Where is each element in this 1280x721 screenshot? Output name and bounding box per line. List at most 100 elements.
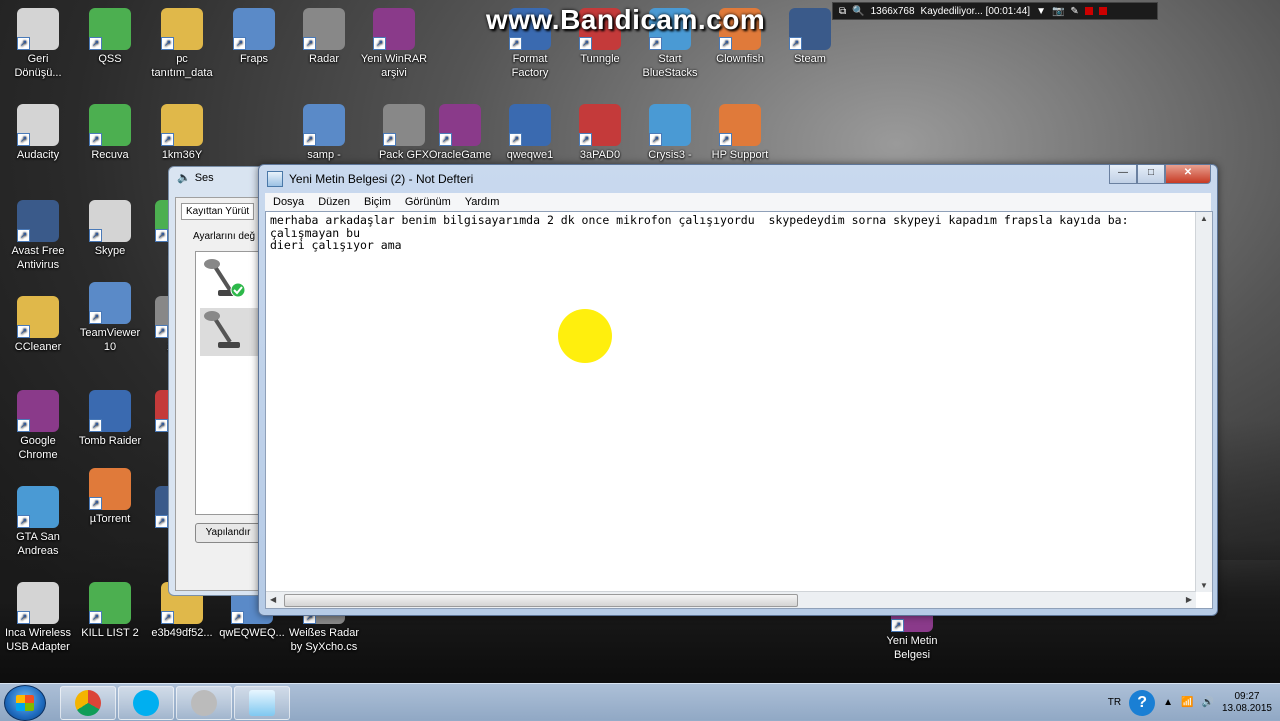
- desktop-icon-label: 3aPAD0: [579, 149, 621, 161]
- shortcut-arrow-icon: ↗: [89, 133, 102, 146]
- windows-logo-icon: [16, 695, 34, 711]
- pause-icon[interactable]: [1084, 7, 1093, 15]
- stop-icon[interactable]: [1098, 7, 1107, 15]
- shortcut-arrow-icon: ↗: [17, 611, 30, 624]
- window-icon[interactable]: ⧉: [839, 6, 846, 17]
- desktop-icon[interactable]: ↗ Fraps: [218, 8, 290, 66]
- desktop-icon[interactable]: ↗ GTA San Andreas: [2, 486, 74, 558]
- desktop-icon[interactable]: ↗ 1km36Y: [146, 104, 218, 162]
- desktop-icon[interactable]: ↗ samp -: [288, 104, 360, 162]
- menu-help[interactable]: Yardım: [465, 196, 500, 208]
- search-icon: 🔍: [852, 5, 865, 17]
- maximize-button[interactable]: □: [1137, 165, 1165, 184]
- microphone-icon-2[interactable]: [200, 308, 258, 356]
- document-text[interactable]: merhaba arkadaşlar benim bilgisayarımda …: [270, 214, 1192, 252]
- desktop-icon[interactable]: ↗ qweqwe1: [494, 104, 566, 162]
- desktop-icon[interactable]: ↗ 3aPAD0: [564, 104, 636, 162]
- app-icon: ↗: [303, 104, 345, 146]
- desktop-icon[interactable]: ↗ Crysis3 -: [634, 104, 706, 162]
- desktop-icon[interactable]: ↗ µTorrent: [74, 468, 146, 526]
- start-button[interactable]: [4, 685, 46, 721]
- desktop-icon-label: Yeni WinRAR arşivi: [360, 53, 428, 79]
- shortcut-arrow-icon: ↗: [89, 419, 102, 432]
- shortcut-arrow-icon: ↗: [17, 133, 30, 146]
- menu-view[interactable]: Görünüm: [405, 196, 451, 208]
- taskbar-notepad[interactable]: [234, 686, 290, 720]
- notepad-window[interactable]: Yeni Metin Belgesi (2) - Not Defteri — □…: [258, 164, 1218, 616]
- bandicam-toolbar[interactable]: ⧉ 🔍 1366x768 Kaydediliyor... [00:01:44] …: [832, 2, 1158, 20]
- desktop-icon[interactable]: ↗ Avast Free Antivirus: [2, 200, 74, 272]
- desktop-icon[interactable]: ↗ CCleaner: [2, 296, 74, 354]
- menu-format[interactable]: Biçim: [364, 196, 391, 208]
- shortcut-arrow-icon: ↗: [649, 133, 662, 146]
- sound-window[interactable]: 🔈 Ses Kayıttan Yürüt Ayarlarını değ Yapı…: [168, 166, 270, 596]
- desktop-icon[interactable]: ↗ KILL LIST 2: [74, 582, 146, 640]
- shortcut-arrow-icon: ↗: [17, 229, 30, 242]
- language-indicator[interactable]: TR: [1108, 697, 1121, 708]
- microphone-icon[interactable]: [200, 256, 258, 304]
- app-icon: ↗: [17, 8, 59, 50]
- desktop-icon[interactable]: ↗ Inca Wireless USB Adapter: [2, 582, 74, 654]
- desktop-icon[interactable]: ↗ TeamViewer 10: [74, 282, 146, 354]
- desktop-icon[interactable]: ↗ Google Chrome: [2, 390, 74, 462]
- app-icon: ↗: [89, 282, 131, 324]
- app-icon: ↗: [17, 390, 59, 432]
- pen-icon[interactable]: ✎: [1070, 6, 1078, 17]
- taskbar-skype[interactable]: [118, 686, 174, 720]
- desktop-icon[interactable]: ↗ Skype: [74, 200, 146, 258]
- shortcut-arrow-icon: ↗: [383, 133, 396, 146]
- minimize-button[interactable]: —: [1109, 165, 1137, 184]
- dropdown-icon[interactable]: ▼: [1036, 6, 1046, 17]
- scroll-left-icon[interactable]: ◀: [270, 595, 276, 604]
- desktop-icon[interactable]: ↗ Tomb Raider: [74, 390, 146, 448]
- desktop-icon[interactable]: ↗ Geri Dönüşü...: [2, 8, 74, 80]
- app-icon: ↗: [89, 104, 131, 146]
- tab-playback[interactable]: Kayıttan Yürüt: [181, 203, 255, 220]
- app-icon: ↗: [89, 468, 131, 510]
- shortcut-arrow-icon: ↗: [161, 37, 174, 50]
- menu-edit[interactable]: Düzen: [318, 196, 350, 208]
- help-icon[interactable]: ?: [1129, 689, 1156, 716]
- desktop-icon[interactable]: ↗ HP Support: [704, 104, 776, 162]
- desktop-icon-label: Recuva: [91, 149, 129, 161]
- desktop-icon-label: 1km36Y: [161, 149, 203, 161]
- shortcut-arrow-icon: ↗: [17, 325, 30, 338]
- desktop-icon[interactable]: ↗ Recuva: [74, 104, 146, 162]
- shortcut-arrow-icon: ↗: [155, 229, 168, 242]
- shortcut-arrow-icon: ↗: [17, 419, 30, 432]
- camera-icon[interactable]: 📷: [1052, 6, 1064, 17]
- shortcut-arrow-icon: ↗: [579, 133, 592, 146]
- close-button[interactable]: ✕: [1165, 165, 1211, 184]
- configure-button[interactable]: Yapılandır: [195, 523, 261, 543]
- desktop-icon[interactable]: ↗ Audacity: [2, 104, 74, 162]
- desktop-icon-label: Start BlueStacks: [642, 53, 698, 79]
- skype-icon: [133, 690, 159, 716]
- horizontal-scroll-thumb[interactable]: [284, 594, 798, 607]
- scroll-down-icon[interactable]: ▼: [1200, 581, 1208, 590]
- taskbar: TR ? ▲ 📶 🔊 09:27 13.08.2015: [0, 683, 1280, 721]
- network-icon[interactable]: 📶: [1181, 697, 1193, 708]
- recording-device-list[interactable]: [195, 251, 267, 515]
- vertical-scrollbar[interactable]: ▲ ▼: [1195, 212, 1212, 592]
- scroll-right-icon[interactable]: ▶: [1186, 595, 1192, 604]
- desktop-icon[interactable]: ↗ Yeni WinRAR arşivi: [358, 8, 430, 80]
- horizontal-scrollbar[interactable]: ◀ ▶: [266, 591, 1196, 608]
- clock[interactable]: 09:27 13.08.2015: [1222, 691, 1272, 715]
- text-editor[interactable]: merhaba arkadaşlar benim bilgisayarımda …: [265, 211, 1213, 609]
- desktop-icon[interactable]: ↗ Radar: [288, 8, 360, 66]
- scroll-up-icon[interactable]: ▲: [1200, 214, 1208, 223]
- desktop-icon[interactable]: ↗ pc tanıtım_data: [146, 8, 218, 80]
- desktop-icon-label: Geri Dönüşü...: [14, 53, 62, 79]
- taskbar-sound[interactable]: [176, 686, 232, 720]
- desktop-icon-label: CCleaner: [14, 341, 62, 353]
- shortcut-arrow-icon: ↗: [233, 37, 246, 50]
- shortcut-arrow-icon: ↗: [89, 497, 102, 510]
- taskbar-chrome[interactable]: [60, 686, 116, 720]
- app-icon: ↗: [161, 8, 203, 50]
- app-icon: ↗: [89, 390, 131, 432]
- desktop-icon[interactable]: ↗ OracleGame: [424, 104, 496, 162]
- volume-icon[interactable]: 🔊: [1201, 697, 1213, 708]
- desktop-icon[interactable]: ↗ QSS: [74, 8, 146, 66]
- tray-expand-icon[interactable]: ▲: [1163, 697, 1173, 708]
- menu-file[interactable]: Dosya: [273, 196, 304, 208]
